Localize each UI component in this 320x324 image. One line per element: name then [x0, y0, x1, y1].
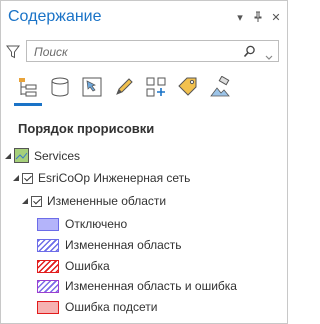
pane-window-controls: ▾ ✕: [234, 10, 282, 24]
close-icon[interactable]: ✕: [270, 10, 282, 24]
collapse-caret-icon[interactable]: [12, 174, 20, 182]
tree-item-label: EsriCoOp Инженерная сеть: [38, 171, 191, 185]
map-icon: [14, 148, 29, 163]
list-mode-toolbar: [16, 75, 232, 99]
list-by-perspective-imagery-icon[interactable]: [208, 75, 232, 99]
legend-swatch-error: [37, 259, 59, 273]
list-by-selection-icon[interactable]: [80, 75, 104, 99]
legend-label: Отключено: [65, 217, 128, 231]
drawing-order-heading: Порядок прорисовки: [18, 121, 155, 136]
legend-label: Измененная область: [65, 238, 182, 252]
active-tool-indicator: [14, 103, 42, 106]
list-by-source-icon[interactable]: [48, 75, 72, 99]
list-by-labeling-icon[interactable]: [176, 75, 200, 99]
tree-item-changed-areas[interactable]: Измененные области: [21, 194, 166, 208]
pin-icon[interactable]: [252, 10, 264, 24]
legend-swatch-changed: [37, 238, 59, 252]
search-input[interactable]: Поиск: [26, 40, 279, 62]
tree-item-network[interactable]: EsriCoOp Инженерная сеть: [12, 171, 190, 185]
tree-item-services[interactable]: Services: [4, 148, 80, 163]
search-placeholder: Поиск: [34, 45, 68, 59]
list-by-snapping-icon[interactable]: [144, 75, 168, 99]
filter-icon[interactable]: [6, 45, 20, 64]
visibility-checkbox[interactable]: [31, 195, 42, 207]
legend-swatch-disabled: [37, 217, 59, 231]
tree-item-label: Измененные области: [47, 194, 167, 208]
visibility-checkbox[interactable]: [22, 172, 33, 184]
legend-swatch-subnet-error: [37, 300, 59, 314]
legend-item: Ошибка: [37, 259, 110, 273]
legend-item: Отключено: [37, 217, 127, 231]
legend-label: Ошибка подсети: [65, 300, 158, 314]
legend-item: Измененная область и ошибка: [37, 279, 237, 293]
legend-item: Ошибка подсети: [37, 300, 157, 314]
list-by-drawing-order-icon[interactable]: [16, 75, 40, 99]
search-dropdown-icon[interactable]: [265, 48, 273, 66]
tree-item-label: Services: [34, 148, 81, 163]
legend-swatch-changed-and-error: [37, 279, 59, 293]
collapse-caret-icon[interactable]: [4, 152, 12, 160]
legend-item: Измененная область: [37, 238, 182, 252]
legend-label: Измененная область и ошибка: [65, 279, 237, 293]
search-icon[interactable]: [243, 45, 256, 63]
options-dropdown-icon[interactable]: ▾: [234, 10, 246, 24]
list-by-editing-icon[interactable]: [112, 75, 136, 99]
legend-label: Ошибка: [65, 259, 110, 273]
collapse-caret-icon[interactable]: [21, 197, 29, 205]
pane-title: Содержание: [8, 8, 102, 25]
